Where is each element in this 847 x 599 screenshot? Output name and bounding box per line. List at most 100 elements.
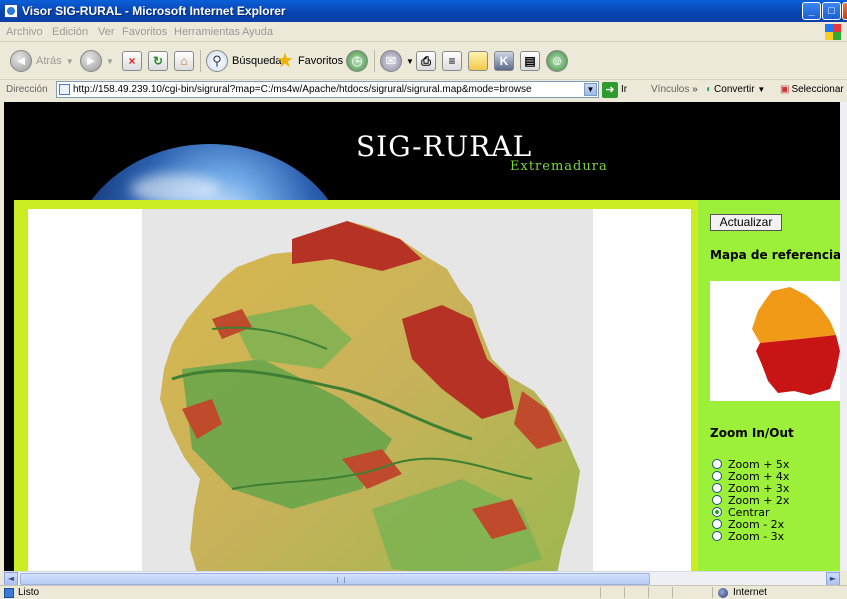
terrain-map[interactable] [142, 209, 593, 571]
messenger-button[interactable]: ☺ [546, 50, 568, 72]
windows-logo-icon [825, 24, 841, 40]
refresh-button[interactable]: ↻ [148, 50, 168, 72]
site-subtitle: Extremadura [510, 159, 608, 174]
search-button[interactable]: ⚲ Búsqueda [206, 50, 282, 72]
history-icon: ◷ [346, 50, 368, 72]
address-field[interactable]: http://158.49.239.10/cgi-bin/sigrural?ma… [56, 81, 599, 98]
zone-text: Internet [733, 587, 767, 598]
discuss-button[interactable] [468, 50, 488, 72]
go-arrow-icon: ➜ [602, 81, 618, 98]
zoom-in-5x-radio[interactable] [712, 459, 722, 469]
scroll-thumb[interactable] [20, 573, 650, 585]
reference-map-title: Mapa de referencia: [710, 248, 840, 262]
internet-zone-icon [718, 588, 728, 598]
close-button[interactable]: X [842, 2, 847, 20]
menu-herramientas[interactable]: Herramientas [174, 26, 240, 38]
zoom-option-in-5x[interactable]: Zoom + 5x [712, 458, 789, 471]
address-bar: Dirección http://158.49.239.10/cgi-bin/s… [0, 80, 847, 100]
go-button[interactable]: ➜ Ir [602, 81, 627, 98]
address-url[interactable]: http://158.49.239.10/cgi-bin/sigrural?ma… [73, 84, 563, 95]
select-button[interactable]: Seleccionar [780, 84, 843, 95]
forward-arrow-icon: ► [80, 50, 102, 72]
page-viewport: SIG-RURAL Extremadura Actualizar Mapa de… [4, 102, 840, 571]
scroll-right-button[interactable]: ► [826, 572, 840, 586]
links-text: Vínculos [651, 84, 690, 95]
zoom-option-out-3x[interactable]: Zoom - 3x [712, 530, 789, 543]
favorites-star-icon: ★ [276, 50, 294, 72]
update-button[interactable]: Actualizar [710, 214, 782, 231]
forward-button[interactable]: ► ▼ [80, 50, 114, 72]
address-dropdown-button[interactable]: ▼ [584, 83, 597, 96]
back-button[interactable]: ◄ Atrás ▼ [10, 50, 74, 72]
status-divider [648, 587, 649, 598]
menu-edicion[interactable]: Edición [52, 26, 88, 38]
zoom-in-4x-radio[interactable] [712, 471, 722, 481]
zoom-option-center[interactable]: Centrar [712, 506, 789, 519]
status-bar: Listo Internet [0, 585, 847, 599]
print-button[interactable]: ⎙ [416, 50, 436, 72]
reference-north-region [752, 287, 836, 343]
window-title: Visor SIG-RURAL - Microsoft Internet Exp… [22, 4, 286, 18]
page-status-icon [4, 588, 14, 598]
zoom-in-2x-radio[interactable] [712, 495, 722, 505]
zoom-title: Zoom In/Out [710, 426, 794, 440]
status-text: Listo [18, 587, 40, 598]
favorites-label: Favoritos [297, 55, 344, 67]
history-button[interactable]: ◷ [346, 50, 368, 72]
back-arrow-icon: ◄ [10, 50, 32, 72]
mail-button[interactable]: ✉ ▼ [380, 50, 414, 72]
back-dropdown-icon[interactable]: ▼ [66, 57, 74, 66]
home-button[interactable]: ⌂ [174, 50, 194, 72]
address-label: Dirección [6, 84, 48, 95]
status-divider [672, 587, 673, 598]
menu-ayuda[interactable]: Ayuda [242, 26, 273, 38]
zoom-option-in-4x[interactable]: Zoom + 4x [712, 470, 789, 483]
vertical-scrollbar[interactable] [840, 102, 847, 571]
research-icon: ▤ [520, 51, 540, 71]
standard-toolbar: ◄ Atrás ▼ ► ▼ × ↻ ⌂ ⚲ Búsqueda ★ Favorit… [0, 42, 847, 80]
main-map-panel[interactable] [28, 209, 691, 571]
research-button[interactable]: ▤ [520, 50, 540, 72]
mail-dropdown-icon[interactable]: ▼ [406, 57, 414, 66]
map-frame: Actualizar Mapa de referencia: Zoom In/O… [14, 200, 840, 571]
stop-button[interactable]: × [122, 50, 142, 72]
convert-label: Convertir [714, 84, 755, 95]
site-banner: SIG-RURAL Extremadura [4, 102, 840, 384]
status-divider [600, 587, 601, 598]
messenger-icon: ☺ [546, 50, 568, 72]
home-icon: ⌂ [174, 51, 194, 71]
reference-map[interactable] [710, 281, 840, 401]
zoom-out-3x-radio[interactable] [712, 531, 722, 541]
favorites-button[interactable]: ★ Favoritos [276, 50, 343, 72]
browser-window: Visor SIG-RURAL - Microsoft Internet Exp… [0, 0, 847, 599]
zoom-options: Zoom + 5x Zoom + 4x Zoom + 3x Zoom + 2x … [712, 458, 789, 543]
convert-button[interactable]: Convertir ▼ [706, 84, 765, 95]
site-title: SIG-RURAL [356, 130, 533, 163]
menu-archivo[interactable]: Archivo [6, 26, 43, 38]
search-icon: ⚲ [206, 50, 228, 72]
menu-favoritos[interactable]: Favoritos [122, 26, 167, 38]
edit-button[interactable]: ≡ [442, 50, 462, 72]
convert-dropdown-icon: ▼ [757, 85, 766, 94]
back-label: Atrás [36, 55, 62, 67]
messenger-k-button[interactable]: K [494, 50, 514, 72]
status-divider [624, 587, 625, 598]
forward-dropdown-icon[interactable]: ▼ [106, 57, 114, 66]
print-icon: ⎙ [416, 51, 436, 71]
zoom-in-3x-radio[interactable] [712, 483, 722, 493]
ie-icon [4, 4, 18, 18]
scroll-left-button[interactable]: ◄ [4, 572, 18, 586]
zoom-option-in-2x[interactable]: Zoom + 2x [712, 494, 789, 507]
zoom-out-2x-radio[interactable] [712, 519, 722, 529]
zoom-option-out-2x[interactable]: Zoom - 2x [712, 518, 789, 531]
center-radio[interactable] [712, 507, 722, 517]
minimize-button[interactable]: _ [802, 2, 821, 20]
stop-icon: × [122, 51, 142, 71]
links-label[interactable]: Vínculos » [651, 84, 698, 95]
maximize-button[interactable]: □ [822, 2, 841, 20]
go-label: Ir [621, 84, 628, 95]
horizontal-scrollbar[interactable]: ◄ ► [4, 571, 840, 586]
zoom-option-in-3x[interactable]: Zoom + 3x [712, 482, 789, 495]
toolbar-separator [374, 50, 375, 72]
menu-ver[interactable]: Ver [98, 26, 115, 38]
